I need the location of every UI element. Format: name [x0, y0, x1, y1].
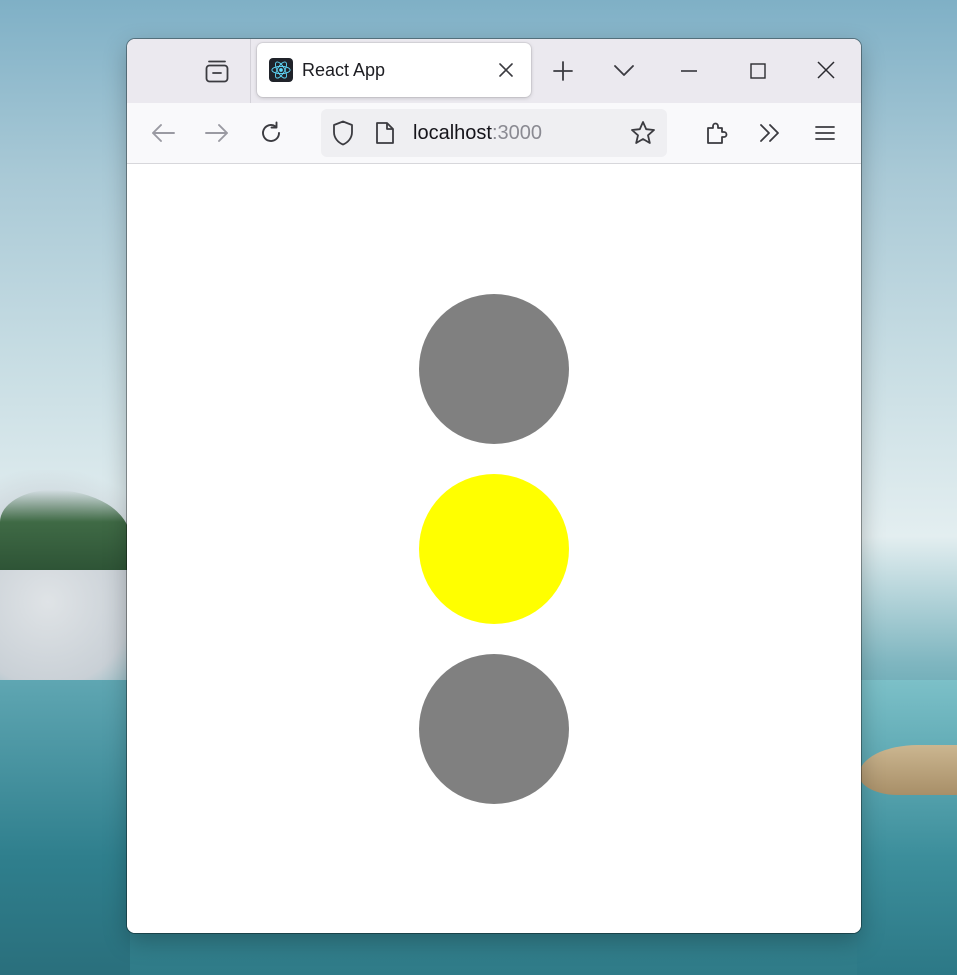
tab-bar: React App [127, 39, 861, 103]
url-port: :3000 [491, 122, 542, 144]
traffic-light-bottom [419, 654, 569, 804]
traffic-light-middle [419, 474, 569, 624]
new-tab-icon[interactable] [545, 53, 581, 89]
extensions-icon[interactable] [699, 115, 735, 151]
browser-window: React App localhost:3000 [127, 39, 861, 933]
back-arrow-icon[interactable] [145, 115, 181, 151]
tab-title: React App [302, 60, 386, 80]
maximize-icon[interactable] [740, 53, 776, 89]
navigation-toolbar: localhost:3000 [127, 103, 861, 164]
list-all-tabs-icon[interactable] [606, 53, 642, 89]
url-bar[interactable]: localhost:3000 [321, 109, 667, 157]
desktop-lake-left [0, 680, 130, 975]
forward-arrow-icon[interactable] [199, 115, 235, 151]
tab-close-icon[interactable] [493, 57, 519, 83]
traffic-light-top [419, 294, 569, 444]
reload-icon[interactable] [253, 115, 289, 151]
tab-groups-icon[interactable] [201, 55, 233, 87]
page-content [127, 164, 861, 933]
desktop-lake-right [857, 680, 957, 975]
overflow-chevrons-icon[interactable] [752, 115, 788, 151]
minimize-icon[interactable] [671, 53, 707, 89]
url-host: localhost [413, 122, 492, 144]
tab-react-app[interactable]: React App [257, 43, 531, 97]
react-logo-icon [269, 58, 293, 82]
url-text[interactable]: localhost:3000 [413, 122, 542, 145]
tab-separator [250, 39, 251, 103]
close-icon[interactable] [808, 52, 844, 88]
shield-icon[interactable] [325, 115, 361, 151]
page-icon[interactable] [367, 115, 403, 151]
bookmark-star-icon[interactable] [625, 115, 661, 151]
menu-icon[interactable] [807, 115, 843, 151]
